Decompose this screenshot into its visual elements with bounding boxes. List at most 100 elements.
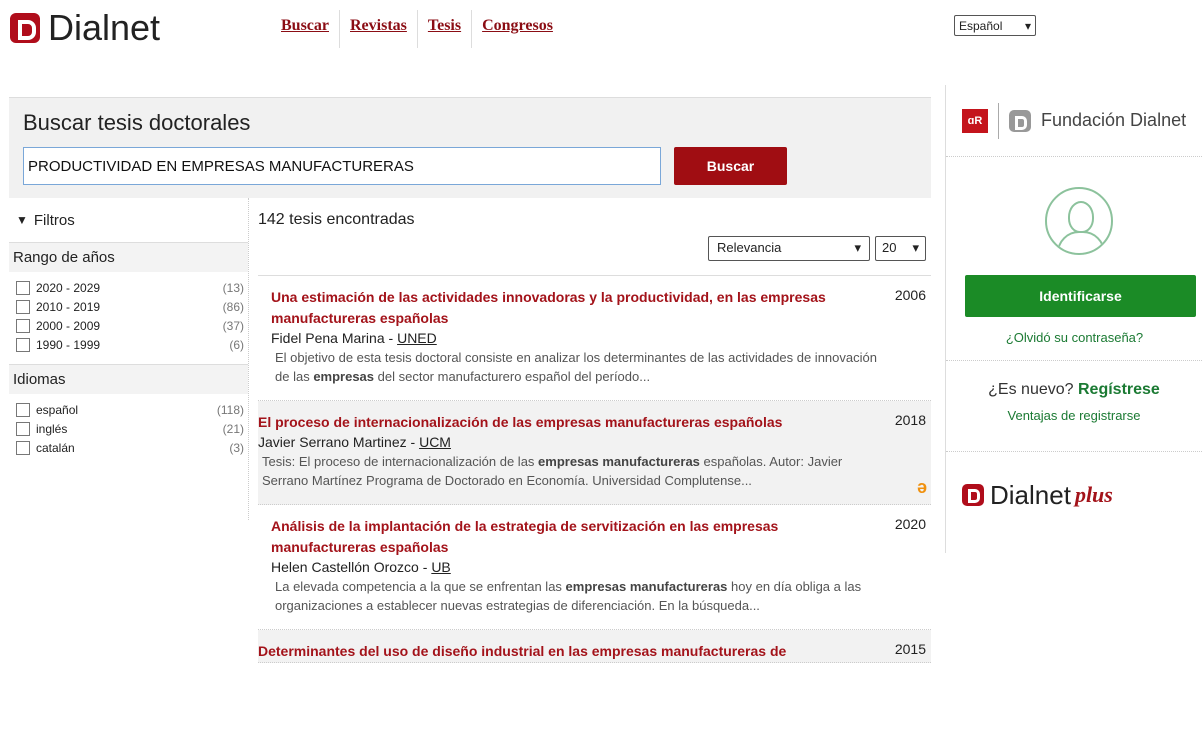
divider bbox=[998, 102, 999, 139]
checkbox[interactable] bbox=[16, 337, 30, 352]
result-abstract: La elevada competencia a la que se enfre… bbox=[275, 579, 862, 613]
filter-language-item[interactable]: inglés (21) bbox=[9, 419, 248, 438]
result-abstract: El objetivo de esta tesis doctoral consi… bbox=[275, 350, 877, 384]
result-item: Determinantes del uso de diseño industri… bbox=[258, 630, 931, 663]
nav-tesis[interactable]: Tesis bbox=[418, 10, 473, 48]
filter-label: catalán bbox=[36, 440, 75, 455]
filter-language-item[interactable]: catalán (3) bbox=[9, 438, 248, 457]
sort-select[interactable]: Relevancia ▾ bbox=[708, 236, 870, 261]
filter-label: 2000 - 2009 bbox=[36, 318, 101, 333]
filter-label: inglés bbox=[36, 421, 68, 436]
result-year: 2006 bbox=[894, 287, 926, 303]
language-value: Español bbox=[959, 18, 1003, 33]
nav-buscar[interactable]: Buscar bbox=[271, 10, 340, 48]
filter-count: (86) bbox=[222, 299, 244, 314]
result-year: 2018 bbox=[894, 412, 926, 428]
filter-year-item[interactable]: 2000 - 2009 (37) bbox=[9, 316, 248, 335]
result-author[interactable]: Javier Serrano Martinez bbox=[258, 434, 407, 450]
search-input[interactable]: PRODUCTIVIDAD EN EMPRESAS MANUFACTURERAS bbox=[23, 147, 661, 185]
user-avatar-icon bbox=[1045, 187, 1113, 255]
result-item: Una estimación de las actividades innova… bbox=[258, 276, 931, 401]
filter-group-years-title: Rango de años bbox=[9, 242, 248, 272]
chevron-down-icon: ▾ bbox=[912, 240, 919, 255]
result-abstract: Tesis: El proceso de internacionalizació… bbox=[262, 454, 843, 488]
new-question: ¿Es nuevo? bbox=[988, 381, 1074, 398]
filter-years-list: 2020 - 2029 (13) 2010 - 2019 (86) 2000 - 2… bbox=[9, 272, 248, 364]
filters-panel: ▼ Filtros Rango de años 2020 - 2029 (13) … bbox=[9, 198, 249, 520]
page-title: Buscar tesis doctorales bbox=[23, 110, 251, 135]
checkbox[interactable] bbox=[16, 318, 30, 333]
advantages-link[interactable]: Ventajas de registrarse bbox=[946, 408, 1202, 423]
right-sidebar: ɑR Fundación Dialnet Identificarse ¿Olvi… bbox=[945, 85, 1202, 553]
result-year: 2015 bbox=[894, 641, 926, 657]
result-author-line: Helen Castellón Orozco - UB bbox=[271, 559, 451, 575]
forgot-password-link[interactable]: ¿Olvidó su contraseña? bbox=[946, 330, 1202, 345]
dialnet-plus-banner[interactable]: Dialnet plus bbox=[946, 452, 1202, 538]
checkbox[interactable] bbox=[16, 299, 30, 314]
result-author-line: Fidel Pena Marina - UNED bbox=[271, 330, 437, 346]
result-item: Análisis de la implantación de la estrat… bbox=[258, 505, 931, 630]
checkbox[interactable] bbox=[16, 440, 30, 455]
search-button[interactable]: Buscar bbox=[674, 147, 787, 185]
university-logo-icon: ɑR bbox=[962, 108, 988, 133]
result-institution[interactable]: UCM bbox=[419, 434, 451, 450]
fundacion-text: Fundación Dialnet bbox=[1041, 110, 1187, 130]
filter-count: (3) bbox=[229, 440, 244, 455]
per-page-select[interactable]: 20 ▾ bbox=[875, 236, 926, 261]
checkbox[interactable] bbox=[16, 280, 30, 295]
dialnet-icon bbox=[1009, 109, 1031, 132]
result-institution[interactable]: UNED bbox=[397, 330, 437, 346]
result-title[interactable]: Una estimación de las actividades innova… bbox=[271, 287, 883, 329]
login-box: Identificarse ¿Olvidó su contraseña? bbox=[946, 157, 1202, 361]
login-button[interactable]: Identificarse bbox=[965, 275, 1196, 317]
filter-language-item[interactable]: español (118) bbox=[9, 400, 248, 419]
result-title[interactable]: Determinantes del uso de diseño industri… bbox=[258, 641, 883, 662]
result-title[interactable]: Análisis de la implantación de la estrat… bbox=[271, 516, 883, 558]
funnel-icon: ▼ bbox=[16, 213, 28, 227]
open-access-icon[interactable]: ə bbox=[917, 477, 927, 498]
filter-year-item[interactable]: 2010 - 2019 (86) bbox=[9, 297, 248, 316]
result-author[interactable]: Helen Castellón Orozco bbox=[271, 559, 419, 575]
filter-year-item[interactable]: 1990 - 1999 (6) bbox=[9, 335, 248, 354]
result-item: El proceso de internacionalización de la… bbox=[258, 401, 931, 505]
result-author-line: Javier Serrano Martinez - UCM bbox=[258, 434, 451, 450]
checkbox[interactable] bbox=[16, 421, 30, 436]
register-box: ¿Es nuevo? Regístrese Ventajas de regist… bbox=[946, 361, 1202, 452]
search-panel: Buscar tesis doctorales PRODUCTIVIDAD EN… bbox=[9, 97, 931, 198]
results-toolbar: Relevancia ▾ 20 ▾ bbox=[258, 234, 931, 276]
filter-count: (6) bbox=[229, 337, 244, 352]
filter-count: (13) bbox=[222, 280, 244, 295]
language-select[interactable]: Español ▾ bbox=[954, 15, 1036, 36]
filter-count: (118) bbox=[216, 402, 244, 417]
dialnet-logo-icon bbox=[10, 13, 40, 43]
plus-brand-text: Dialnet bbox=[990, 479, 1071, 510]
filters-header[interactable]: ▼ Filtros bbox=[9, 198, 248, 242]
dialnet-logo[interactable]: Dialnet bbox=[10, 7, 161, 48]
result-title[interactable]: El proceso de internacionalización de la… bbox=[258, 412, 883, 433]
filter-languages-list: español (118) inglés (21) catalán (3) bbox=[9, 394, 248, 467]
filter-year-item[interactable]: 2020 - 2029 (13) bbox=[9, 278, 248, 297]
chevron-down-icon: ▾ bbox=[1024, 18, 1031, 33]
filter-label: 2020 - 2029 bbox=[36, 280, 101, 295]
register-question: ¿Es nuevo? Regístrese bbox=[946, 381, 1202, 399]
checkbox[interactable] bbox=[16, 402, 30, 417]
filter-group-languages-title: Idiomas bbox=[9, 364, 248, 394]
filter-count: (37) bbox=[222, 318, 244, 333]
sort-value: Relevancia bbox=[717, 240, 782, 255]
nav-congresos[interactable]: Congresos bbox=[472, 10, 563, 48]
results-count: 142 tesis encontradas bbox=[258, 211, 415, 228]
filter-label: 2010 - 2019 bbox=[36, 299, 101, 314]
filter-count: (21) bbox=[222, 421, 244, 436]
chevron-down-icon: ▾ bbox=[854, 240, 861, 255]
filters-label: Filtros bbox=[33, 211, 75, 229]
logo-text: Dialnet bbox=[48, 7, 161, 48]
filter-label: 1990 - 1999 bbox=[36, 337, 101, 352]
nav-revistas[interactable]: Revistas bbox=[340, 10, 418, 48]
result-year: 2020 bbox=[894, 516, 926, 532]
result-author[interactable]: Fidel Pena Marina bbox=[271, 330, 385, 346]
fundacion-dialnet-banner[interactable]: ɑR Fundación Dialnet bbox=[946, 85, 1202, 157]
register-link[interactable]: Regístrese bbox=[1078, 381, 1160, 398]
main-nav: Buscar Revistas Tesis Congresos bbox=[271, 10, 563, 48]
filter-label: español bbox=[36, 402, 79, 417]
result-institution[interactable]: UB bbox=[431, 559, 450, 575]
